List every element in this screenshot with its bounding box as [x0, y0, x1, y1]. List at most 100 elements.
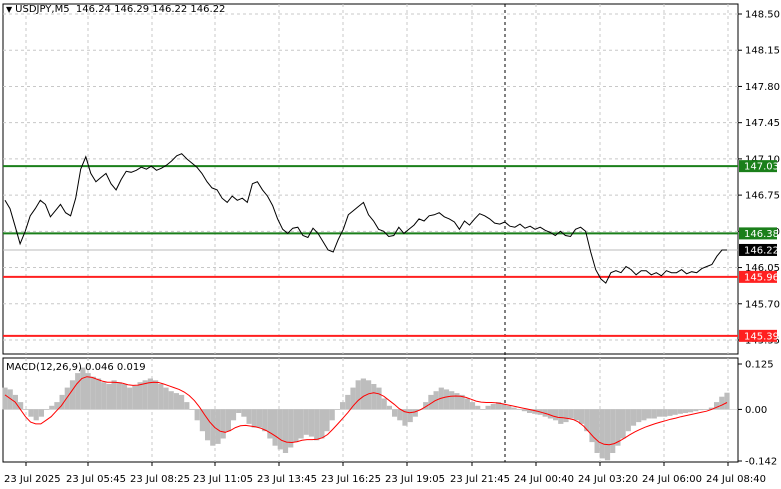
macd-histogram-bar [599, 409, 605, 459]
macd-histogram-bar [412, 409, 418, 417]
macd-histogram-bar [111, 380, 117, 410]
macd-histogram-bar [594, 409, 600, 453]
macd-histogram-bar [464, 398, 470, 410]
macd-histogram-bar [319, 409, 325, 439]
macd-histogram-bar [724, 392, 730, 410]
macd-histogram-bar [371, 384, 377, 410]
macd-histogram-bar [121, 384, 128, 410]
mt-chart-window[interactable]: 148.50 148.15 147.80 147.45 147.10 146.75 146.… [0, 0, 781, 489]
macd-histogram-bar [641, 409, 647, 421]
macd-axis-label: 0.00 [745, 405, 767, 416]
macd-histogram-bar [662, 409, 668, 417]
macd-histogram-bar [215, 409, 221, 444]
price-series-line [4, 153, 727, 284]
macd-histogram-bar [314, 409, 320, 441]
macd-histogram-bar [69, 380, 76, 410]
macd-histogram-bar [246, 409, 252, 424]
macd-histogram-bar [329, 409, 335, 421]
macd-histogram-bar [142, 380, 148, 410]
time-axis-label: 23 Jul 19:05 [385, 474, 445, 485]
macd-histogram-bar [38, 409, 44, 417]
macd-histogram-bar [230, 409, 237, 421]
macd-histogram-bar [90, 376, 96, 410]
macd-histogram-bar [693, 409, 699, 412]
macd-histogram-bar [220, 409, 226, 439]
time-axis-label: 24 Jul 08:40 [706, 474, 766, 485]
macd-histogram-bar [18, 402, 24, 410]
macd-histogram-bar [682, 409, 688, 413]
macd-histogram-bar [579, 409, 585, 424]
macd-histogram-bar [563, 409, 569, 423]
price-axis-label: 148.15 [745, 46, 780, 57]
time-axis-label: 24 Jul 03:20 [578, 474, 638, 485]
macd-histogram-bar [106, 384, 112, 410]
macd-histogram-bar [184, 402, 190, 410]
macd-histogram-bar [75, 373, 81, 410]
macd-histogram-bar [615, 409, 621, 446]
macd-histogram-bar [573, 409, 579, 421]
macd-histogram-bar [558, 409, 564, 424]
macd-histogram-bar [199, 409, 205, 432]
macd-histogram-bar [236, 409, 242, 413]
macd-histogram-bar [298, 409, 304, 439]
macd-indicator-label: MACD(12,26,9) 0.046 0.019 [6, 362, 146, 373]
macd-histogram-bar [553, 409, 559, 421]
macd-histogram-bar [49, 405, 55, 410]
macd-histogram-bar [64, 387, 70, 410]
macd-histogram-bar [672, 409, 678, 415]
macd-histogram-bar [251, 409, 257, 428]
macd-histogram-bar [293, 409, 299, 443]
macd-histogram-bar [194, 409, 200, 421]
macd-histogram-bar [651, 409, 657, 419]
macd-histogram-bar [443, 389, 450, 410]
macd-histogram-bar [360, 378, 366, 410]
macd-histogram-bar [636, 409, 642, 423]
macd-histogram-bar [345, 394, 351, 410]
macd-histogram-bar [355, 380, 361, 410]
ohlc-values: 146.24 146.29 146.22 146.22 [75, 4, 226, 15]
macd-histogram-bar [407, 409, 413, 423]
macd-histogram-bar [158, 384, 164, 410]
macd-histogram-bar [168, 391, 174, 410]
collapse-triangle-icon[interactable]: ▼ [6, 5, 12, 14]
macd-histogram-bar [116, 382, 122, 410]
time-axis-label: 23 Jul 16:25 [321, 474, 381, 485]
time-axis-label: 23 Jul 05:45 [66, 474, 126, 485]
macd-histogram-bar [610, 409, 616, 453]
macd-histogram-bar [179, 394, 185, 410]
time-axis-label: 23 Jul 2025 [4, 474, 61, 485]
time-axis-label: 24 Jul 00:40 [514, 474, 574, 485]
macd-histogram-bar [386, 405, 392, 410]
level-price-label: 146.38 [744, 229, 779, 240]
macd-histogram-bar [449, 391, 455, 410]
macd-histogram-bar [506, 405, 512, 410]
macd-histogram-bar [604, 409, 611, 461]
current-price-label: 146.22 [744, 245, 779, 256]
macd-histogram-bar [485, 405, 491, 410]
macd-histogram-bar [2, 387, 8, 410]
level-price-label: 145.39 [744, 331, 779, 342]
macd-histogram-bar [205, 409, 211, 441]
main-pane-frame [2, 3, 739, 355]
macd-histogram-bar [241, 409, 247, 417]
macd-histogram-bar [262, 409, 268, 432]
macd-histogram-bar [324, 409, 330, 432]
macd-histogram-bar [392, 409, 398, 417]
macd-histogram-bar [282, 409, 289, 453]
time-axis-label: 23 Jul 21:45 [450, 474, 510, 485]
time-axis-label: 23 Jul 11:05 [193, 474, 253, 485]
macd-histogram-bar [340, 402, 346, 410]
time-axis-label: 23 Jul 08:25 [130, 474, 190, 485]
macd-axis-label: 0.125 [745, 360, 774, 371]
macd-histogram-bar [132, 385, 138, 410]
macd-histogram-bar [101, 382, 107, 410]
macd-histogram-bar [568, 409, 574, 419]
level-price-label: 147.03 [744, 162, 779, 173]
macd-histogram-bar [277, 409, 283, 450]
macd-histogram-bar [646, 409, 652, 419]
macd-histogram-bar [33, 409, 39, 421]
macd-histogram-bar [397, 409, 403, 421]
macd-histogram-bar [620, 409, 626, 439]
macd-histogram-bar [272, 409, 278, 446]
chart-canvas[interactable]: 148.50148.15147.80147.45147.10146.75146.… [0, 0, 781, 489]
